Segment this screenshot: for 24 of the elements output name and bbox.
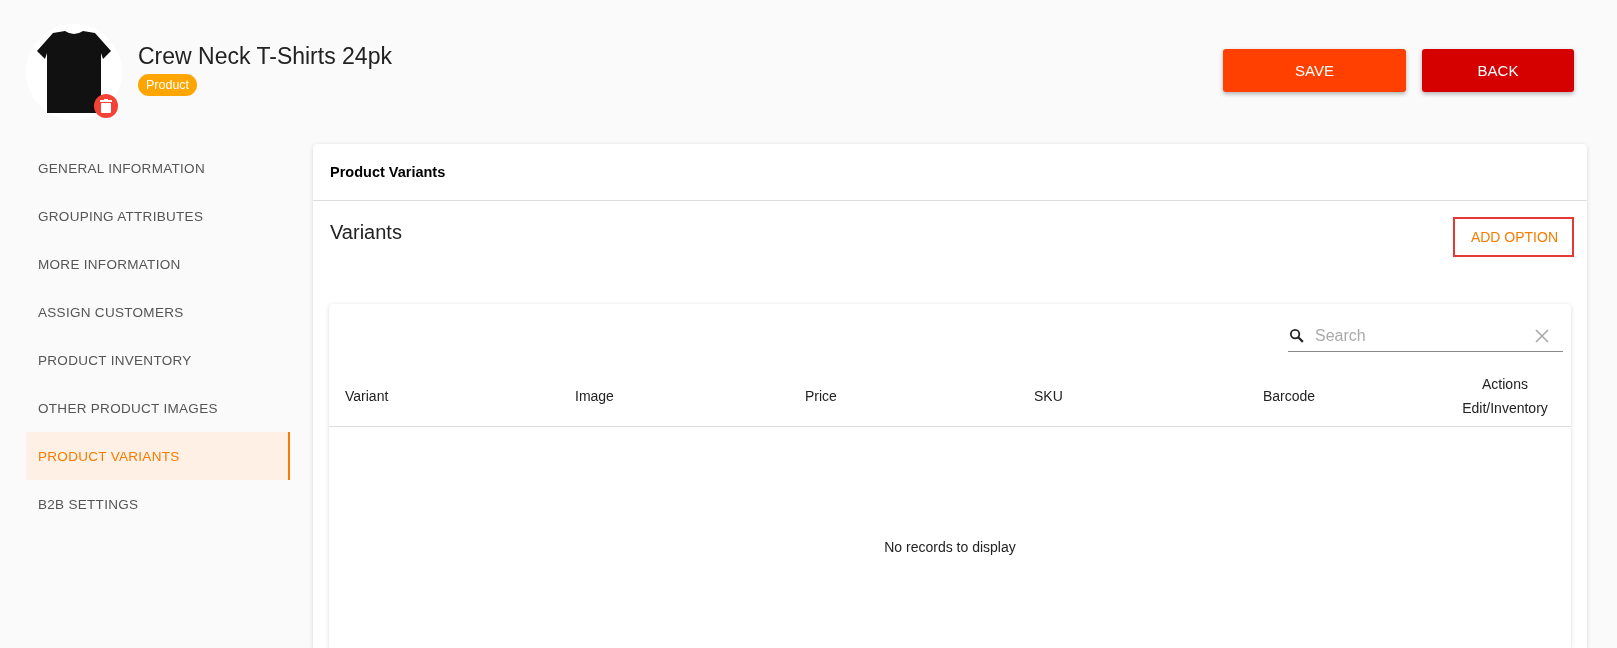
sidebar-item[interactable]: ASSIGN CUSTOMERS	[26, 288, 290, 336]
section-title: Variants	[330, 221, 402, 244]
column-header: Actions	[1482, 376, 1528, 392]
sidebar-item[interactable]: GENERAL INFORMATION	[26, 144, 290, 192]
delete-icon[interactable]	[94, 94, 118, 118]
save-button[interactable]: SAVE	[1223, 48, 1406, 92]
column-header: Edit/Inventory	[1462, 400, 1548, 416]
column-header: Price	[805, 388, 838, 404]
sidebar-item[interactable]: B2B SETTINGS	[26, 480, 290, 528]
back-button[interactable]: BACK	[1422, 48, 1574, 92]
sidebar-item[interactable]: MORE INFORMATION	[26, 240, 290, 288]
card-title: Product Variants	[313, 144, 1587, 201]
sidebar-item[interactable]: PRODUCT INVENTORY	[26, 336, 290, 384]
column-header: Variant	[345, 388, 390, 404]
search-icon	[1288, 327, 1305, 344]
sidebar-item[interactable]: OTHER PRODUCT IMAGES	[26, 384, 290, 432]
column-header: SKU	[1034, 388, 1064, 404]
sidebar-item[interactable]: GROUPING ATTRIBUTES	[26, 192, 290, 240]
column-header: Image	[575, 388, 615, 404]
product-title: Crew Neck T-Shirts 24pk	[138, 42, 392, 70]
empty-message: No records to display	[884, 539, 1016, 557]
column-header: Barcode	[1263, 388, 1317, 404]
product-badge: Product	[138, 73, 198, 96]
search-field[interactable]: Search	[1313, 325, 1535, 346]
